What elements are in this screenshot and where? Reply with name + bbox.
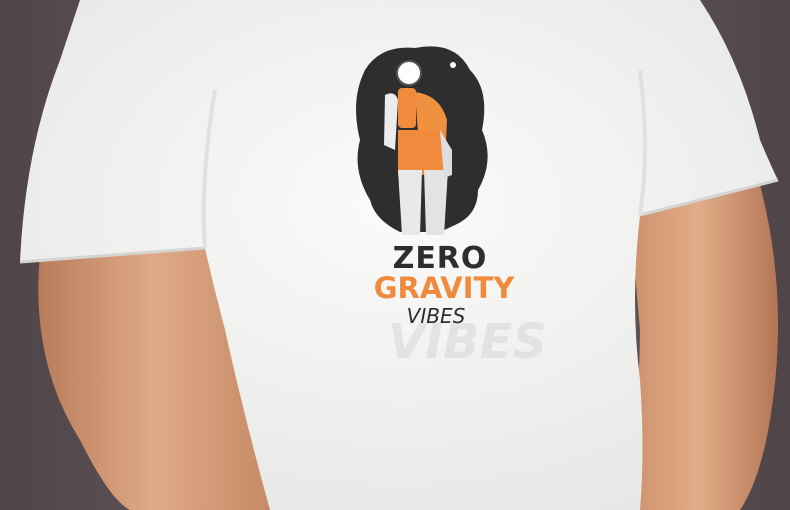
right-arm bbox=[620, 185, 778, 510]
mockup-illustration: VIBES ZERO GRAVITY VIBES bbox=[0, 0, 790, 510]
print-text-gravity: GRAVITY bbox=[374, 271, 516, 305]
astronaut-graphic bbox=[356, 46, 488, 235]
tshirt-mockup-scene: VIBES ZERO GRAVITY VIBES bbox=[0, 0, 790, 510]
print-text-vibes: VIBES bbox=[407, 304, 466, 328]
